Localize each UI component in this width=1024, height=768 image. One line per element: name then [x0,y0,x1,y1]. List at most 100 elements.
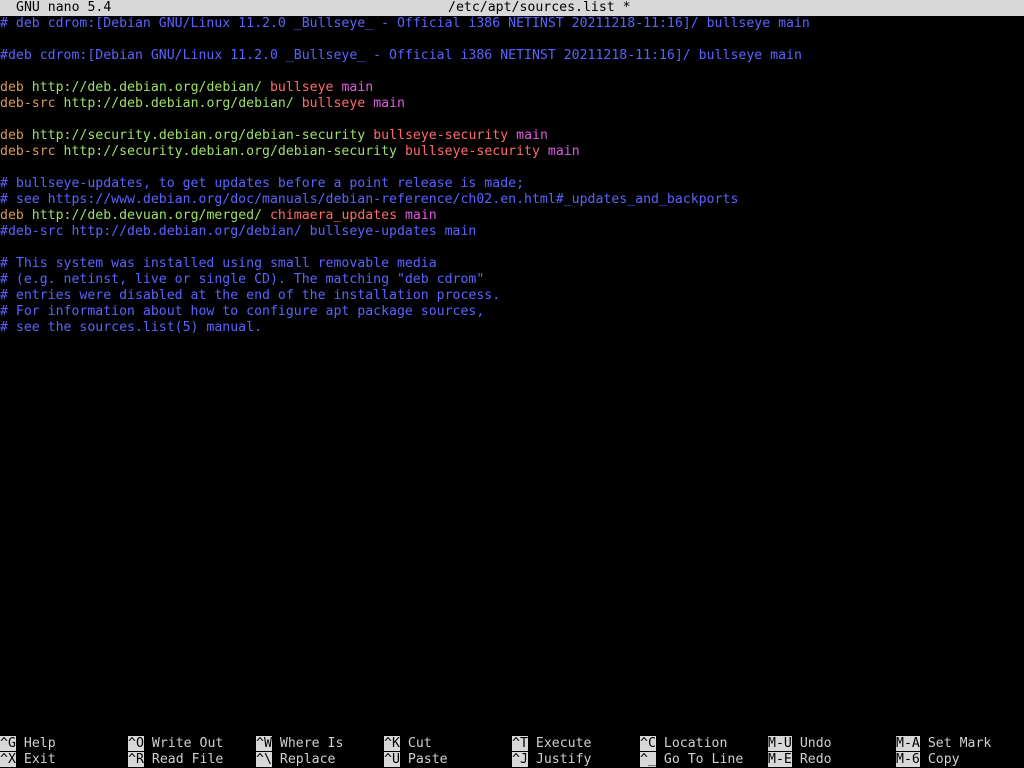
source-url: http://deb.debian.org/debian/ [63,96,294,111]
comment-text: #deb-src http://deb.debian.org/debian/ b… [0,224,477,239]
blank-line[interactable] [0,240,1024,256]
shortcut-key: ^T [512,736,528,751]
editor-line[interactable]: #deb cdrom:[Debian GNU/Linux 11.2.0 _Bul… [0,48,1024,64]
comment-text: # deb cdrom:[Debian GNU/Linux 11.2.0 _Bu… [0,16,810,31]
shortcut-label: Where Is [279,736,344,751]
source-component: main [341,80,374,95]
comment-text: #deb cdrom:[Debian GNU/Linux 11.2.0 _Bul… [0,48,802,63]
shortcut-undo[interactable]: M-U Undo [768,736,832,752]
shortcut-key: M-6 [896,752,920,767]
shortcut-label: Replace [279,752,336,767]
shortcut-cut[interactable]: ^K Cut [384,736,432,752]
shortcut-label: Paste [407,752,448,767]
shortcut-key: M-U [768,736,792,751]
editor-line[interactable]: # entries were disabled at the end of th… [0,288,1024,304]
shortcut-key: M-A [896,736,920,751]
editor-line[interactable]: deb-src http://deb.debian.org/debian/ bu… [0,96,1024,112]
source-type: deb-src [0,96,56,111]
source-url: http://deb.devuan.org/merged/ [31,208,263,223]
comment-text: # see the sources.list(5) manual. [0,320,263,335]
editor-line[interactable]: deb http://deb.devuan.org/merged/ chimae… [0,208,1024,224]
shortcut-key: ^O [128,736,144,751]
source-type: deb [0,80,24,95]
shortcut-label: Exit [23,752,56,767]
editor-line[interactable]: # bullseye-updates, to get updates befor… [0,176,1024,192]
editor-line[interactable]: deb-src http://security.debian.org/debia… [0,144,1024,160]
comment-text: # entries were disabled at the end of th… [0,288,501,303]
shortcut-key: ^W [256,736,272,751]
comment-text: # (e.g. netinst, live or single CD). The… [0,272,485,287]
shortcut-label: Cut [407,736,432,751]
shortcut-where-is[interactable]: ^W Where Is [256,736,343,752]
editor-line[interactable]: # For information about how to configure… [0,304,1024,320]
shortcut-label: Redo [799,752,832,767]
blank-line[interactable] [0,64,1024,80]
shortcut-read-file[interactable]: ^R Read File [128,752,223,768]
shortcut-key: ^R [128,752,144,767]
shortcut-write-out[interactable]: ^O Write Out [128,736,223,752]
shortcut-key: ^K [384,736,400,751]
source-suite: bullseye [301,96,366,111]
shortcut-key: ^_ [640,752,656,767]
source-url: http://deb.debian.org/debian/ [31,80,263,95]
shortcut-paste[interactable]: ^U Paste [384,752,448,768]
editor-line[interactable]: deb http://deb.debian.org/debian/ bullse… [0,80,1024,96]
shortcut-execute[interactable]: ^T Execute [512,736,591,752]
source-component: main [547,144,580,159]
shortcut-replace[interactable]: ^\ Replace [256,752,335,768]
blank-line[interactable] [0,112,1024,128]
shortcut-bar: ^G Help ^O Write Out ^W Where Is ^K Cut ^T Execut… [0,736,1024,768]
shortcut-label: Copy [927,752,960,767]
shortcut-label: Undo [799,736,832,751]
shortcut-label: Write Out [151,736,224,751]
source-type: deb [0,208,24,223]
source-suite: bullseye-security [373,128,509,143]
shortcut-key: M-E [768,752,792,767]
shortcut-key: ^G [0,736,16,751]
shortcut-justify[interactable]: ^J Justify [512,752,591,768]
shortcut-help[interactable]: ^G Help [0,736,56,752]
editor-line[interactable]: #deb-src http://deb.debian.org/debian/ b… [0,224,1024,240]
source-type: deb [0,128,24,143]
source-suite: bullseye-security [404,144,540,159]
editor-buffer[interactable]: # deb cdrom:[Debian GNU/Linux 11.2.0 _Bu… [0,16,1024,736]
shortcut-label: Read File [151,752,224,767]
editor-line[interactable]: deb http://security.debian.org/debian-se… [0,128,1024,144]
shortcut-label: Set Mark [927,736,992,751]
source-component: main [516,128,548,143]
shortcut-label: Justify [535,752,592,767]
comment-text: # bullseye-updates, to get updates befor… [0,176,525,191]
source-url: http://security.debian.org/debian-securi… [31,128,366,143]
source-type: deb-src [0,144,56,159]
source-suite: bullseye [269,80,334,95]
editor-line[interactable]: # This system was installed using small … [0,256,1024,272]
shortcut-key: ^X [0,752,16,767]
source-component: main [373,96,405,111]
editor-line[interactable]: # see the sources.list(5) manual. [0,320,1024,336]
shortcut-copy[interactable]: M-6 Copy [896,752,960,768]
editor-line[interactable]: # see https://www.debian.org/doc/manuals… [0,192,1024,208]
editor-line[interactable]: # (e.g. netinst, live or single CD). The… [0,272,1024,288]
shortcut-key: ^\ [256,752,272,767]
source-url: http://security.debian.org/debian-securi… [63,144,397,159]
blank-line[interactable] [0,160,1024,176]
shortcut-key: ^J [512,752,528,767]
shortcut-key: ^C [640,736,656,751]
shortcut-location[interactable]: ^C Location [640,736,727,752]
editor-line[interactable]: # deb cdrom:[Debian GNU/Linux 11.2.0 _Bu… [0,16,1024,32]
comment-text: # For information about how to configure… [0,304,485,319]
shortcut-exit[interactable]: ^X Exit [0,752,56,768]
blank-line[interactable] [0,32,1024,48]
source-suite: chimaera_updates [269,208,398,223]
source-component: main [404,208,437,223]
file-name: /etc/apt/sources.list * [448,0,631,15]
shortcut-label: Location [663,736,728,751]
shortcut-label: Help [23,736,56,751]
comment-text: # This system was installed using small … [0,256,437,271]
comment-text: # see https://www.debian.org/doc/manuals… [0,192,739,207]
shortcut-label: Execute [535,736,592,751]
shortcut-go-to-line[interactable]: ^_ Go To Line [640,752,743,768]
shortcut-redo[interactable]: M-E Redo [768,752,832,768]
shortcut-set-mark[interactable]: M-A Set Mark [896,736,991,752]
shortcut-label: Go To Line [663,752,744,767]
